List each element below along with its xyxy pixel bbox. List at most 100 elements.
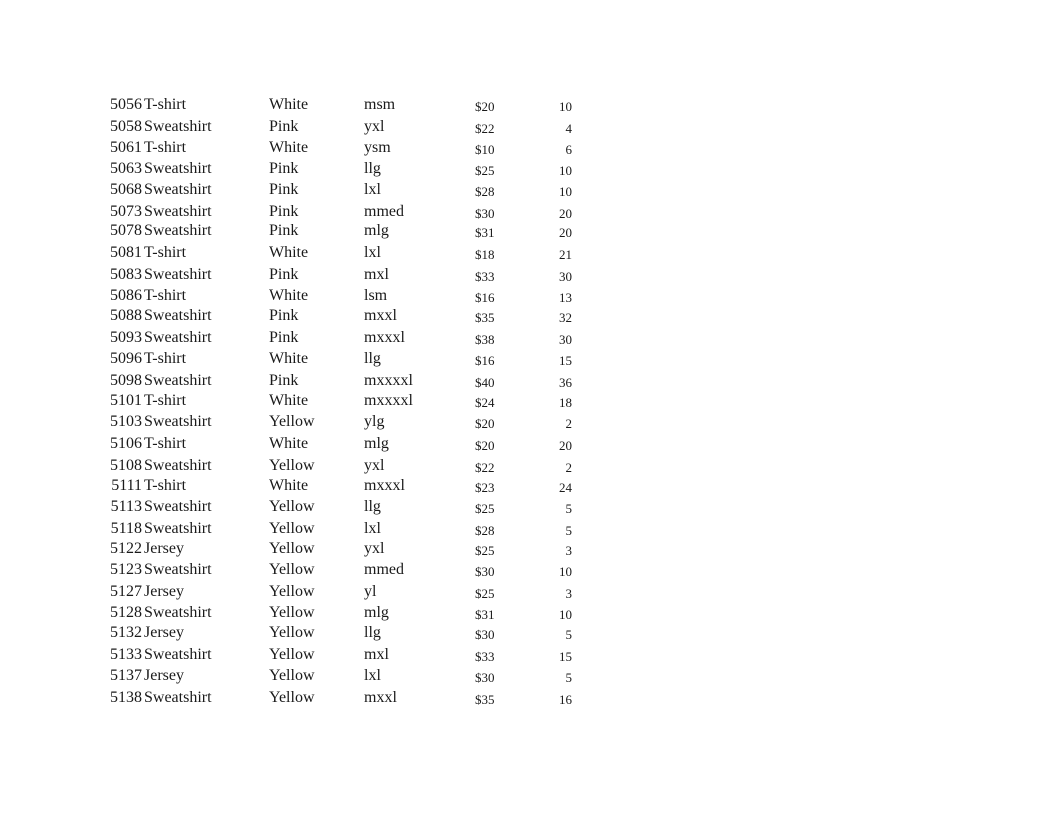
table-row: 5068 Sweatshirt Pink lxl $28 10 — [0, 180, 600, 200]
product-type-cell: Jersey — [144, 624, 184, 641]
quantity-cell: 24 — [559, 480, 572, 495]
quantity-cell: 3 — [565, 586, 573, 601]
product-type-cell: Jersey — [144, 583, 184, 600]
color-cell: Pink — [269, 181, 299, 198]
size-cell: mxxxxl — [364, 372, 413, 389]
quantity-cell: 30 — [559, 269, 572, 284]
price-cell: $23 — [475, 480, 495, 495]
size-cell: lxl — [364, 520, 381, 537]
item-id-cell: 5086 — [110, 287, 142, 304]
size-cell: llg — [364, 350, 381, 367]
quantity-cell: 10 — [559, 564, 572, 579]
product-type-cell: Sweatshirt — [144, 329, 212, 346]
product-type-cell: Jersey — [144, 540, 184, 557]
price-cell: $33 — [475, 269, 495, 284]
color-cell: Pink — [269, 372, 299, 389]
size-cell: mlg — [364, 604, 389, 621]
item-id-cell: 5101 — [110, 392, 142, 409]
color-cell: Yellow — [269, 498, 315, 515]
color-cell: White — [269, 435, 309, 452]
price-cell: $35 — [475, 310, 495, 325]
table-row: 5103 Sweatshirt Yellow ylg $20 2 — [0, 412, 600, 432]
price-cell: $28 — [475, 523, 495, 538]
product-type-cell: T-shirt — [144, 392, 187, 409]
quantity-cell: 5 — [565, 523, 573, 538]
color-cell: Yellow — [269, 667, 315, 684]
item-id-cell: 5138 — [110, 689, 142, 706]
item-id-cell: 5127 — [110, 583, 142, 600]
color-cell: Yellow — [269, 520, 315, 537]
table-row: 5083 Sweatshirt Pink mxl $33 30 — [0, 265, 600, 285]
item-id-cell: 5137 — [110, 667, 142, 684]
size-cell: mxxl — [364, 307, 397, 324]
color-cell: Yellow — [269, 646, 315, 663]
product-type-cell: Sweatshirt — [144, 118, 212, 135]
product-type-cell: Sweatshirt — [144, 222, 212, 239]
quantity-cell: 5 — [565, 670, 573, 685]
item-id-cell: 5103 — [110, 413, 142, 430]
product-type-cell: Sweatshirt — [144, 413, 212, 430]
quantity-cell: 16 — [559, 692, 572, 707]
product-type-cell: Sweatshirt — [144, 646, 212, 663]
size-cell: mxl — [364, 646, 389, 663]
product-type-cell: T-shirt — [144, 350, 187, 367]
size-cell: ylg — [364, 413, 385, 430]
table-row: 5081 T-shirt White lxl $18 21 — [0, 243, 600, 263]
color-cell: Pink — [269, 160, 299, 177]
table-row: 5122 Jersey Yellow yxl $25 3 — [0, 539, 600, 559]
quantity-cell: 5 — [565, 627, 573, 642]
size-cell: llg — [364, 498, 381, 515]
color-cell: White — [269, 96, 309, 113]
table-row: 5132 Jersey Yellow llg $30 5 — [0, 623, 600, 643]
table-row: 5073 Sweatshirt Pink mmed $30 20 — [0, 202, 600, 222]
price-cell: $20 — [475, 99, 495, 114]
quantity-cell: 20 — [559, 225, 572, 240]
color-cell: Pink — [269, 118, 299, 135]
quantity-cell: 2 — [565, 416, 573, 431]
product-type-cell: Sweatshirt — [144, 689, 212, 706]
item-id-cell: 5083 — [110, 266, 142, 283]
product-type-cell: T-shirt — [144, 139, 187, 156]
size-cell: mlg — [364, 435, 389, 452]
size-cell: ysm — [364, 139, 391, 156]
size-cell: lxl — [364, 244, 381, 261]
product-type-cell: Sweatshirt — [144, 160, 212, 177]
size-cell: msm — [364, 96, 396, 113]
price-cell: $20 — [475, 438, 495, 453]
price-cell: $30 — [475, 670, 495, 685]
price-cell: $38 — [475, 332, 495, 347]
table-row: 5056 T-shirt White msm $20 10 — [0, 95, 600, 115]
item-id-cell: 5073 — [110, 203, 142, 220]
size-cell: lsm — [364, 287, 388, 304]
item-id-cell: 5063 — [110, 160, 142, 177]
product-type-cell: Sweatshirt — [144, 307, 212, 324]
item-id-cell: 5061 — [110, 139, 142, 156]
item-id-cell: 5096 — [110, 350, 142, 367]
price-cell: $33 — [475, 649, 495, 664]
price-cell: $10 — [475, 142, 495, 157]
table-row: 5113 Sweatshirt Yellow llg $25 5 — [0, 497, 600, 517]
table-row: 5133 Sweatshirt Yellow mxl $33 15 — [0, 645, 600, 665]
table-row: 5058 Sweatshirt Pink yxl $22 4 — [0, 117, 600, 137]
table-row: 5127 Jersey Yellow yl $25 3 — [0, 582, 600, 602]
size-cell: yxl — [364, 540, 385, 557]
table-row: 5061 T-shirt White ysm $10 6 — [0, 138, 600, 158]
product-type-cell: Sweatshirt — [144, 604, 212, 621]
quantity-cell: 10 — [559, 607, 572, 622]
color-cell: Yellow — [269, 457, 315, 474]
quantity-cell: 30 — [559, 332, 572, 347]
table-row: 5093 Sweatshirt Pink mxxxl $38 30 — [0, 328, 600, 348]
quantity-cell: 2 — [565, 460, 573, 475]
color-cell: White — [269, 392, 309, 409]
quantity-cell: 15 — [559, 353, 572, 368]
product-type-cell: Sweatshirt — [144, 266, 212, 283]
price-cell: $40 — [475, 375, 495, 390]
color-cell: White — [269, 244, 309, 261]
price-cell: $25 — [475, 163, 495, 178]
item-id-cell: 5111 — [111, 477, 142, 494]
color-cell: Yellow — [269, 561, 315, 578]
table-row: 5137 Jersey Yellow lxl $30 5 — [0, 666, 600, 686]
product-type-cell: Sweatshirt — [144, 457, 212, 474]
product-type-cell: T-shirt — [144, 477, 187, 494]
color-cell: Pink — [269, 307, 299, 324]
